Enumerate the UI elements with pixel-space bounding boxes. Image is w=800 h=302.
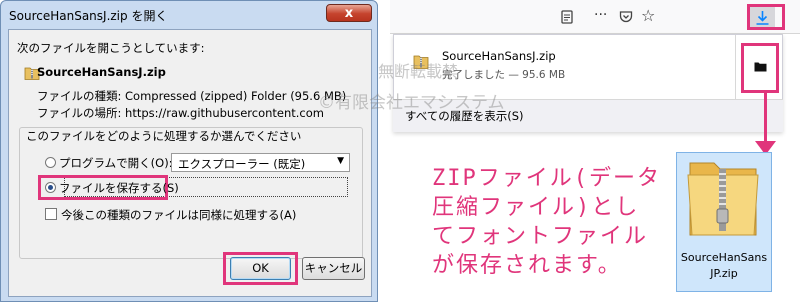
remember-label: 今後この種類のファイルは同様に処理する(A): [61, 208, 297, 222]
firefox-toolbar: ··· ☆: [390, 0, 800, 34]
note-line-3: てフォントファイル: [432, 224, 649, 249]
folder-icon[interactable]: [754, 61, 767, 72]
cancel-button[interactable]: キャンセル: [302, 257, 365, 280]
save-file-label[interactable]: ファイルを保存する(S): [59, 180, 179, 196]
open-with-radio[interactable]: [45, 157, 56, 168]
star-icon[interactable]: ☆: [641, 6, 655, 25]
watermark-line-2: ©有限会社エマシステム: [318, 93, 505, 113]
download-button-highlight: [747, 4, 785, 30]
action-question: このファイルをどのように処理するか選んでください: [23, 128, 305, 144]
remember-checkbox[interactable]: [45, 208, 57, 220]
note-line-1: ZIPファイル(データ: [432, 166, 661, 191]
watermark-line-1: 無断転載禁: [378, 62, 459, 81]
dialog-intro: 次のファイルを開こうとしています:: [17, 41, 205, 55]
program-select[interactable]: エクスプローラー (既定) ▼: [171, 153, 350, 172]
zip-file-label-line1: SourceHanSans: [680, 251, 768, 264]
note-line-2: 圧縮ファイル)とし: [432, 195, 640, 220]
close-button[interactable]: x: [326, 4, 372, 22]
panel-divider: [735, 35, 736, 99]
arrow-connector: [764, 93, 767, 145]
more-icon[interactable]: ···: [594, 7, 607, 23]
zip-file-label-line2: JP.zip: [710, 267, 738, 280]
file-type-row: ファイルの種類: Compressed (zipped) Folder (95.…: [37, 89, 347, 103]
note-line-4: が保存されます。: [432, 253, 622, 278]
open-file-dialog: SourceHanSansJ.zip を開く x 次のファイルを開こうとしていま…: [0, 0, 378, 302]
file-location-row: ファイルの場所: https://raw.githubusercontent.c…: [37, 106, 324, 120]
open-with-label: プログラムで開く(O):: [59, 156, 173, 170]
reader-icon[interactable]: [560, 10, 574, 24]
dialog-title: SourceHanSansJ.zip を開く: [9, 9, 168, 23]
download-name[interactable]: SourceHanSansJ.zip: [442, 49, 556, 63]
chevron-down-icon: ▼: [337, 156, 344, 166]
ok-button[interactable]: OK: [230, 257, 291, 280]
dialog-body: 次のファイルを開こうとしています: SourceHanSansJ.zip ファイ…: [8, 29, 372, 297]
save-file-radio[interactable]: [45, 182, 56, 193]
pocket-icon[interactable]: [619, 10, 633, 24]
download-status: 完了しました — 95.6 MB: [442, 69, 566, 81]
zip-folder-icon: [687, 162, 759, 236]
program-select-value: エクスプローラー (既定): [178, 157, 306, 171]
file-name: SourceHanSansJ.zip: [37, 65, 166, 79]
zip-file-label: SourceHanSans JP.zip: [676, 250, 772, 282]
